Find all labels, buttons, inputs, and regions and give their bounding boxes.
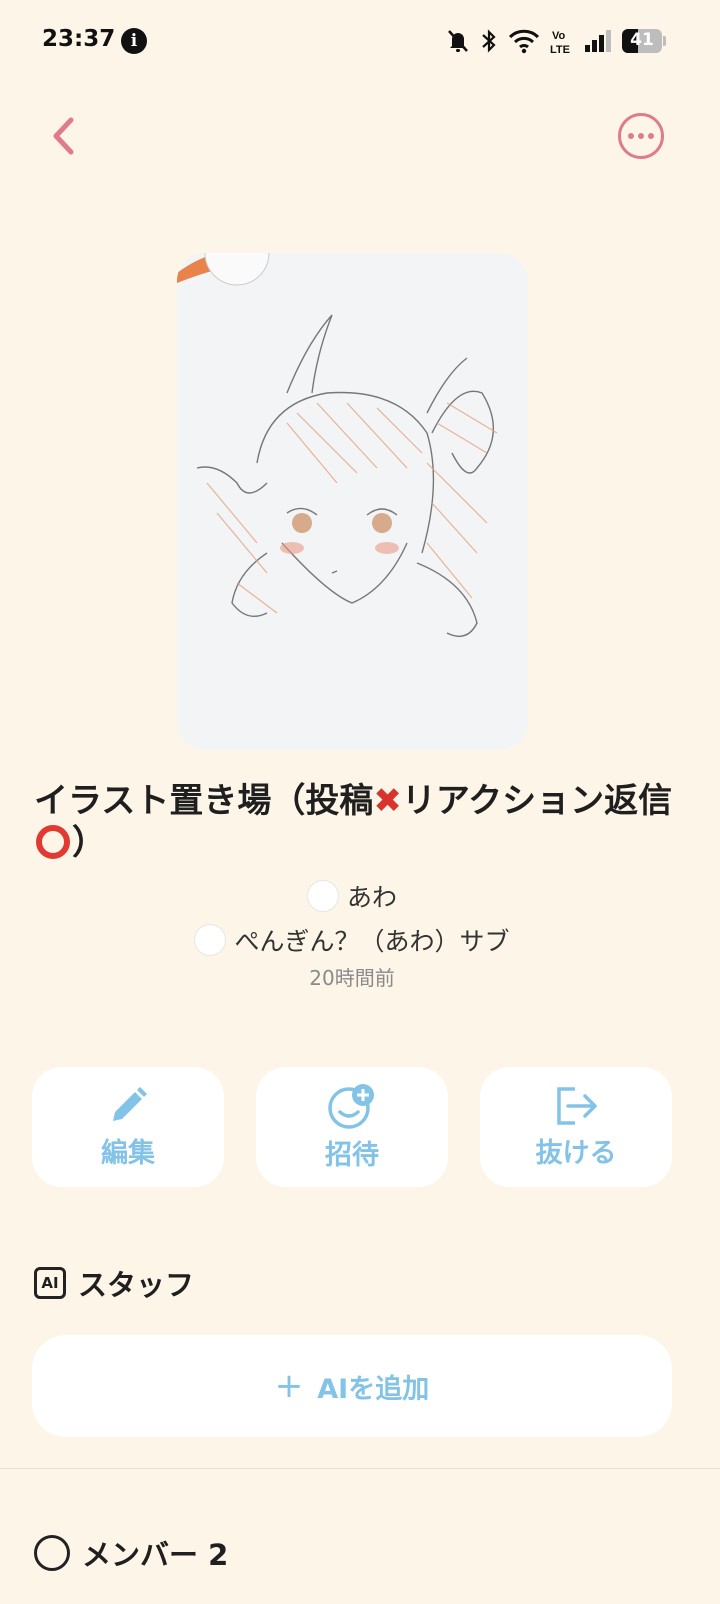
staff-heading: AI スタッフ xyxy=(34,1262,194,1304)
room-title: イラスト置き場（投稿✖リアクション返信 ） xyxy=(34,780,684,864)
sub-owner-avatar xyxy=(194,924,227,956)
wifi-icon xyxy=(508,29,540,54)
battery-level: 41 xyxy=(630,30,654,50)
room-cover-image xyxy=(177,253,528,750)
owner-row[interactable]: あわ xyxy=(0,878,704,914)
status-bar: 23:37 i Vo LTE 41 xyxy=(0,0,720,82)
leave-button[interactable]: 抜ける xyxy=(480,1067,672,1187)
invite-button[interactable]: 招待 xyxy=(256,1067,448,1187)
room-title-part3: ） xyxy=(72,823,106,863)
exit-icon xyxy=(557,1086,597,1125)
updated-time: 20時間前 xyxy=(309,966,395,990)
svg-text:Vo: Vo xyxy=(552,30,566,42)
svg-text:LTE: LTE xyxy=(550,44,570,55)
volte-icon: Vo LTE xyxy=(550,30,570,55)
members-heading: メンバー 2 xyxy=(34,1532,228,1574)
edit-button[interactable]: 編集 xyxy=(32,1067,224,1187)
pencil-icon xyxy=(113,1086,147,1121)
owner-name: あわ xyxy=(346,883,397,912)
member-smile-icon xyxy=(34,1535,70,1571)
status-time: 23:37 xyxy=(42,26,116,52)
owner-avatar xyxy=(306,880,339,912)
cross-mark-icon: ✖ xyxy=(373,781,402,821)
add-ai-button[interactable]: + AIを追加 xyxy=(32,1335,672,1437)
room-title-part1: イラスト置き場（投稿 xyxy=(34,781,374,821)
bluetooth-icon xyxy=(482,29,496,53)
add-ai-label: AIを追加 xyxy=(317,1373,430,1405)
circle-mark-icon xyxy=(36,825,70,859)
plus-icon: + xyxy=(274,1366,304,1406)
action-row: 編集 招待 抜ける xyxy=(32,1067,672,1187)
sketch-illustration xyxy=(177,253,498,637)
more-options-button[interactable] xyxy=(617,112,665,160)
edit-label: 編集 xyxy=(101,1137,155,1169)
more-icon xyxy=(618,113,664,159)
leave-label: 抜ける xyxy=(535,1137,617,1169)
section-divider xyxy=(0,1468,720,1469)
invite-smile-icon xyxy=(328,1083,374,1129)
staff-heading-label: スタッフ xyxy=(78,1268,195,1302)
ai-icon: AI xyxy=(34,1267,66,1299)
members-heading-label: メンバー 2 xyxy=(82,1538,229,1572)
sub-owner-row[interactable]: ぺんぎん？（あわ）サブ xyxy=(0,922,704,958)
info-icon: i xyxy=(121,28,147,54)
status-icons: Vo LTE 41 xyxy=(446,24,666,58)
back-button[interactable] xyxy=(44,112,84,160)
battery-icon: 41 xyxy=(622,29,662,53)
bell-muted-icon xyxy=(448,30,468,52)
invite-label: 招待 xyxy=(325,1139,379,1171)
chevron-left-icon xyxy=(53,117,74,155)
sub-owner-name: ぺんぎん？（あわ）サブ xyxy=(234,927,510,956)
signal-icon xyxy=(585,30,611,52)
room-title-part2: リアクション返信 xyxy=(401,781,673,821)
